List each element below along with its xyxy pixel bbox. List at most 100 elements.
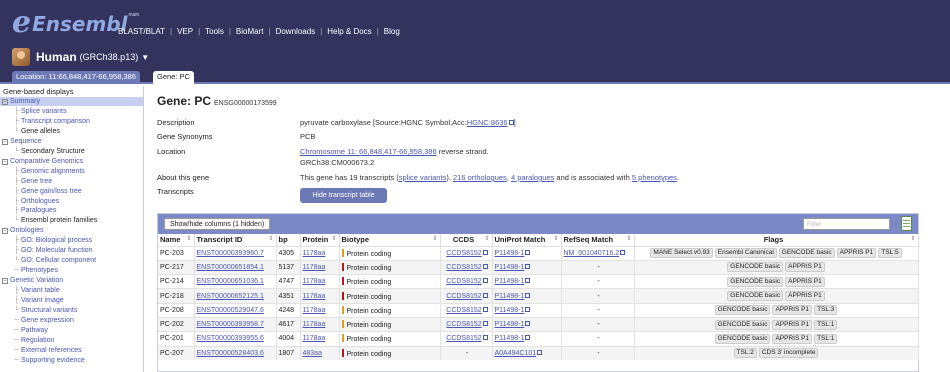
sidebar-item[interactable]: − Comparative Genomics bbox=[0, 157, 83, 166]
sidebar-item[interactable]: ├ Orthologues bbox=[0, 197, 59, 206]
sidebar-item[interactable]: ─ Supporting evidence bbox=[0, 356, 85, 365]
cell-transcript-id[interactable]: ENST00000651854.1 bbox=[194, 259, 277, 275]
cell-transcript-id-text[interactable]: ENST00000528403.6 bbox=[197, 350, 264, 357]
sidebar-item[interactable]: ├ Gene gain/loss tree bbox=[0, 187, 82, 196]
cell-uniprot[interactable]: P11498-1 bbox=[492, 274, 562, 289]
export-spreadsheet-icon[interactable] bbox=[901, 216, 912, 231]
sidebar-item[interactable]: ├ Variant table bbox=[0, 286, 60, 295]
orthologues-link[interactable]: 216 orthologues bbox=[453, 173, 507, 182]
cell-uniprot-text[interactable]: P11498-1 bbox=[495, 278, 525, 285]
cell-protein[interactable]: 1178aa bbox=[300, 331, 340, 347]
cell-protein[interactable]: 1178aa bbox=[300, 302, 340, 318]
cell-transcript-id[interactable]: ENST00000393958.7 bbox=[194, 316, 277, 332]
sidebar-item[interactable]: └ Structural variants bbox=[0, 306, 77, 315]
dropdown-arrow-icon[interactable]: ▼ bbox=[141, 53, 149, 62]
cell-protein-text[interactable]: 1178aa bbox=[303, 307, 326, 314]
sidebar-item[interactable]: └ Ensembl protein families bbox=[0, 216, 97, 225]
cell-transcript-id-text[interactable]: ENST00000652125.1 bbox=[197, 293, 264, 300]
sidebar-item[interactable]: ─ Gene expression bbox=[0, 316, 74, 325]
cell-transcript-id-text[interactable]: ENST00000529047.6 bbox=[197, 307, 264, 314]
cell-protein-text[interactable]: 1178aa bbox=[303, 321, 326, 328]
nav-biomart[interactable]: BioMart bbox=[236, 27, 264, 36]
sidebar-item[interactable]: ─ Pathway bbox=[0, 326, 48, 335]
cell-uniprot-text[interactable]: P11498-1 bbox=[495, 335, 525, 342]
collapse-icon[interactable]: − bbox=[2, 158, 8, 165]
cell-uniprot-text[interactable]: P11498-1 bbox=[495, 307, 525, 314]
cell-ccds[interactable]: CCDS8152 bbox=[440, 274, 493, 289]
cell-ccds-text[interactable]: CCDS8152 bbox=[446, 278, 481, 285]
cell-uniprot-text[interactable]: P11498-1 bbox=[495, 293, 525, 300]
cell-transcript-id[interactable]: ENST00000393955.6 bbox=[194, 331, 277, 347]
tab-location[interactable]: Location: 11:66,848,417-66,958,386 bbox=[12, 71, 140, 84]
cell-uniprot-text[interactable]: P11498-1 bbox=[495, 250, 525, 257]
col-header-protein[interactable]: Protein ⇕ bbox=[300, 234, 340, 246]
cell-uniprot[interactable]: P11498-1 bbox=[492, 259, 562, 275]
phenotypes-link[interactable]: 5 phenotypes bbox=[632, 173, 677, 182]
cell-transcript-id[interactable]: ENST00000652125.1 bbox=[194, 288, 277, 304]
sidebar-item[interactable]: − Summary bbox=[0, 97, 143, 106]
cell-uniprot[interactable]: P11498-1 bbox=[492, 288, 562, 304]
cell-ccds[interactable]: CCDS8152 bbox=[440, 316, 493, 332]
cell-transcript-id-text[interactable]: ENST00000393960.7 bbox=[197, 250, 264, 257]
cell-transcript-id[interactable]: ENST00000529047.6 bbox=[194, 302, 277, 318]
cell-transcript-id[interactable]: ENST00000393960.7 bbox=[194, 245, 277, 261]
cell-refseq[interactable]: NM_001040716.2 bbox=[561, 245, 635, 261]
tab-gene[interactable]: Gene: PC bbox=[153, 71, 194, 84]
cell-transcript-id-text[interactable]: ENST00000393955.6 bbox=[197, 335, 264, 342]
filter-input[interactable]: Filter bbox=[803, 218, 890, 230]
hide-transcript-table-button[interactable]: Hide transcript table bbox=[300, 188, 387, 203]
collapse-icon[interactable]: − bbox=[2, 278, 8, 285]
cell-protein-text[interactable]: 483aa bbox=[303, 350, 322, 357]
cell-protein-text[interactable]: 1178aa bbox=[303, 335, 326, 342]
cell-uniprot-text[interactable]: A0A494C101 bbox=[495, 350, 537, 357]
cell-transcript-id[interactable]: ENST00000651036.1 bbox=[194, 274, 277, 289]
col-header-uniprot[interactable]: UniProt Match ⇕ bbox=[492, 234, 562, 246]
sidebar-item[interactable]: ├ Paralogues bbox=[0, 206, 56, 215]
sidebar-item[interactable]: ─ Regulation bbox=[0, 336, 54, 345]
col-header-refseq[interactable]: RefSeq Match ⇕ bbox=[561, 234, 635, 246]
cell-protein[interactable]: 1178aa bbox=[300, 288, 340, 304]
splice-variants-link[interactable]: splice variants bbox=[399, 173, 447, 182]
cell-protein-text[interactable]: 1178aa bbox=[303, 264, 326, 271]
col-header-ccds[interactable]: CCDS ⇕ bbox=[440, 234, 493, 246]
sidebar-item[interactable]: − Sequence bbox=[0, 137, 42, 146]
nav-tools[interactable]: Tools bbox=[205, 27, 224, 36]
nav-blast[interactable]: BLAST/BLAT bbox=[118, 27, 165, 36]
cell-uniprot-text[interactable]: P11498-1 bbox=[495, 321, 525, 328]
col-header-flags[interactable]: Flags ⇕ bbox=[634, 234, 919, 246]
cell-transcript-id-text[interactable]: ENST00000651036.1 bbox=[197, 278, 264, 285]
cell-ccds-text[interactable]: CCDS8152 bbox=[446, 293, 481, 300]
cell-protein[interactable]: 1178aa bbox=[300, 274, 340, 289]
location-link[interactable]: Chromosome 11: 66,848,417-66,958,386 bbox=[300, 147, 437, 156]
cell-ccds[interactable]: CCDS8152 bbox=[440, 302, 493, 318]
cell-ccds[interactable]: CCDS8152 bbox=[440, 259, 493, 275]
sidebar-item[interactable]: └ Gene alleles bbox=[0, 127, 60, 136]
cell-ccds-text[interactable]: CCDS8152 bbox=[446, 250, 481, 257]
species-selector[interactable]: Human (GRCh38.p13) ▼ bbox=[12, 48, 149, 66]
nav-downloads[interactable]: Downloads bbox=[276, 27, 316, 36]
sidebar-item[interactable]: └ GO: Cellular component bbox=[0, 256, 96, 265]
cell-ccds-text[interactable]: CCDS8152 bbox=[446, 307, 481, 314]
sidebar-item[interactable]: − Genetic Variation bbox=[0, 276, 63, 285]
collapse-icon[interactable]: − bbox=[2, 99, 8, 105]
nav-vep[interactable]: VEP bbox=[177, 27, 193, 36]
collapse-icon[interactable]: − bbox=[2, 228, 8, 235]
col-header-name[interactable]: Name ⇕ bbox=[158, 234, 195, 246]
cell-protein[interactable]: 1178aa bbox=[300, 245, 340, 261]
cell-protein-text[interactable]: 1178aa bbox=[303, 278, 326, 285]
sidebar-item[interactable]: ├ Genomic alignments bbox=[0, 167, 85, 176]
col-header-biotype[interactable]: Biotype ⇕ bbox=[339, 234, 441, 246]
cell-protein[interactable]: 1178aa bbox=[300, 259, 340, 275]
col-header-transcript-id[interactable]: Transcript ID ⇕ bbox=[194, 234, 277, 246]
cell-ccds[interactable]: CCDS8152 bbox=[440, 288, 493, 304]
sidebar-item[interactable]: ├ Transcript comparison bbox=[0, 117, 90, 126]
cell-uniprot[interactable]: P11498-1 bbox=[492, 302, 562, 318]
col-header-bp[interactable]: bp bbox=[276, 234, 301, 246]
cell-protein[interactable]: 483aa bbox=[300, 345, 340, 361]
cell-transcript-id[interactable]: ENST00000528403.6 bbox=[194, 345, 277, 361]
cell-ccds[interactable]: CCDS8152 bbox=[440, 245, 493, 261]
cell-uniprot[interactable]: P11498-1 bbox=[492, 245, 562, 261]
sidebar-item[interactable]: − Ontologies bbox=[0, 226, 43, 235]
cell-transcript-id-text[interactable]: ENST00000393958.7 bbox=[197, 321, 264, 328]
cell-protein-text[interactable]: 1178aa bbox=[303, 293, 326, 300]
